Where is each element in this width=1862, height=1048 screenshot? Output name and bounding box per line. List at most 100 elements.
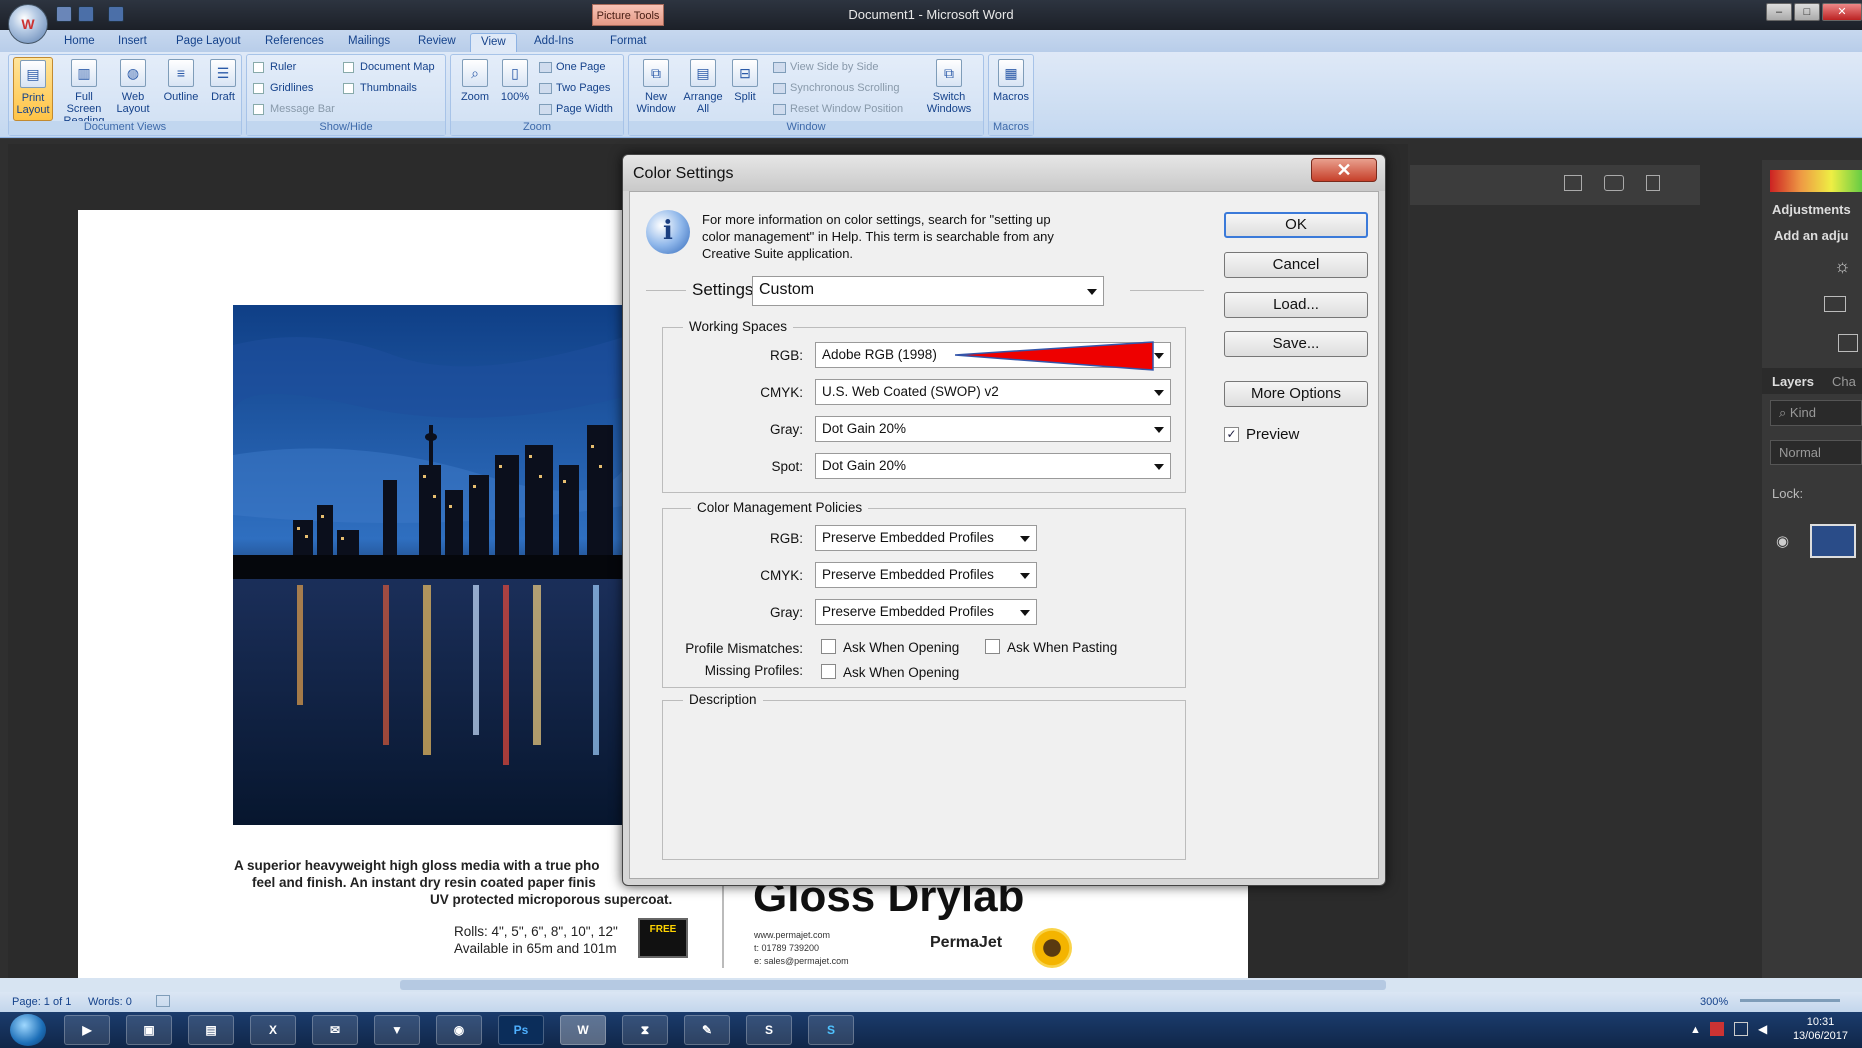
tray-expand-icon[interactable]: ▲ <box>1690 1024 1701 1036</box>
mail-icon[interactable]: ✉ <box>312 1015 358 1045</box>
volume-icon[interactable]: ◀ <box>1758 1022 1767 1036</box>
layers-tab[interactable]: Layers <box>1772 374 1814 389</box>
missing-ask-opening-checkbox[interactable] <box>821 664 836 679</box>
outline-button[interactable]: ≡ Outline <box>159 57 203 103</box>
tab-references[interactable]: References <box>255 33 334 52</box>
ok-button[interactable]: OK <box>1224 212 1368 238</box>
split-button[interactable]: ⊟ Split <box>727 57 763 103</box>
dialog-close-button[interactable]: ✕ <box>1311 158 1377 182</box>
ws-gray-label: Gray: <box>769 422 803 437</box>
side-by-side-button[interactable]: View Side by Side <box>773 61 878 73</box>
sync-scrolling-button[interactable]: Synchronous Scrolling <box>773 82 899 94</box>
word-icon[interactable]: W <box>560 1015 606 1045</box>
ruler-checkbox[interactable]: Ruler <box>253 61 296 73</box>
policy-cmyk-select[interactable]: Preserve Embedded Profiles <box>815 562 1037 588</box>
reset-position-button[interactable]: Reset Window Position <box>773 103 903 115</box>
excel-icon[interactable]: X <box>250 1015 296 1045</box>
ask-opening-checkbox[interactable] <box>821 639 836 654</box>
page-count[interactable]: Page: 1 of 1 <box>12 996 71 1008</box>
cancel-button[interactable]: Cancel <box>1224 252 1368 278</box>
skype-icon[interactable]: S <box>808 1015 854 1045</box>
web-layout-button[interactable]: ◍ Web Layout <box>113 57 153 115</box>
blend-mode-select[interactable]: Normal <box>1770 440 1862 465</box>
antivirus-icon[interactable]: ▼ <box>374 1015 420 1045</box>
policy-gray-select[interactable]: Preserve Embedded Profiles <box>815 599 1037 625</box>
zoom-level[interactable]: 300% <box>1700 996 1728 1008</box>
document-map-checkbox[interactable]: Document Map <box>343 61 435 73</box>
two-pages-button[interactable]: Two Pages <box>539 82 610 94</box>
ws-gray-select[interactable]: Dot Gain 20% <box>815 416 1171 442</box>
tab-insert[interactable]: Insert <box>108 33 157 52</box>
page-width-button[interactable]: Page Width <box>539 103 613 115</box>
zoom-button[interactable]: ⌕ Zoom <box>455 57 495 103</box>
trash-icon[interactable] <box>1646 175 1660 191</box>
maximize-button[interactable]: □ <box>1794 3 1820 21</box>
levels-icon[interactable] <box>1824 296 1846 312</box>
network-icon[interactable] <box>1734 1022 1748 1036</box>
minimize-button[interactable]: – <box>1766 3 1792 21</box>
tab-add-ins[interactable]: Add-Ins <box>524 33 584 52</box>
zoom-100-button[interactable]: ▯ 100% <box>497 57 533 103</box>
scroll-thumb[interactable] <box>400 980 1386 990</box>
curves-icon[interactable] <box>1838 334 1858 352</box>
policy-rgb-select[interactable]: Preserve Embedded Profiles <box>815 525 1037 551</box>
ws-spot-select[interactable]: Dot Gain 20% <box>815 453 1171 479</box>
kind-filter[interactable]: ⌕ Kind <box>1770 400 1862 426</box>
tab-page-layout[interactable]: Page Layout <box>166 33 251 52</box>
sydney-skyline-photo[interactable] <box>233 305 630 825</box>
flag-icon[interactable] <box>1710 1022 1724 1036</box>
print-layout-button[interactable]: ▤ Print Layout <box>13 57 53 121</box>
firefox-icon[interactable]: ◉ <box>436 1015 482 1045</box>
photoshop-icon[interactable]: Ps <box>498 1015 544 1045</box>
brightness-icon[interactable]: ☼ <box>1834 256 1851 277</box>
tab-view[interactable]: View <box>470 33 517 52</box>
switch-windows-button[interactable]: ⧉ Switch Windows <box>919 57 979 115</box>
channels-tab[interactable]: Cha <box>1832 374 1856 389</box>
thumbnails-checkbox[interactable]: Thumbnails <box>343 82 417 94</box>
preview-checkbox[interactable]: ✓ <box>1224 427 1239 442</box>
word-count[interactable]: Words: 0 <box>88 996 132 1008</box>
save-button[interactable]: Save... <box>1224 331 1368 357</box>
group-label: Document Views <box>9 121 241 135</box>
camera-icon[interactable] <box>1604 175 1624 191</box>
color-spectrum[interactable] <box>1770 170 1862 192</box>
more-options-button[interactable]: More Options <box>1224 381 1368 407</box>
one-page-button[interactable]: One Page <box>539 61 606 73</box>
draft-button[interactable]: ☰ Draft <box>205 57 241 103</box>
redo-icon[interactable] <box>108 6 124 22</box>
message-bar-checkbox[interactable]: Message Bar <box>253 103 335 115</box>
dialog-title-bar[interactable]: Color Settings ✕ <box>623 155 1385 191</box>
office-button[interactable]: W <box>8 4 48 44</box>
undo-icon[interactable] <box>78 6 94 22</box>
clock[interactable]: 10:31 13/06/2017 <box>1793 1015 1848 1043</box>
tab-home[interactable]: Home <box>54 33 105 52</box>
tab-mailings[interactable]: Mailings <box>338 33 400 52</box>
media-player-icon[interactable]: ▶ <box>64 1015 110 1045</box>
tab-review[interactable]: Review <box>408 33 466 52</box>
app-s-icon[interactable]: S <box>746 1015 792 1045</box>
zoom-slider[interactable] <box>1740 999 1840 1002</box>
acrobat-icon[interactable]: ⧗ <box>622 1015 668 1045</box>
paint-icon[interactable]: ✎ <box>684 1015 730 1045</box>
draft-icon: ☰ <box>210 59 236 87</box>
start-button[interactable] <box>10 1014 46 1046</box>
app-icon[interactable]: ▣ <box>126 1015 172 1045</box>
window-close-button[interactable]: ✕ <box>1822 3 1862 21</box>
proofing-icon[interactable] <box>156 995 170 1007</box>
new-layer-icon[interactable] <box>1564 175 1582 191</box>
tab-format[interactable]: Format <box>600 33 656 52</box>
eye-icon[interactable]: ◉ <box>1776 532 1789 550</box>
ask-pasting-checkbox[interactable] <box>985 639 1000 654</box>
save-icon[interactable] <box>56 6 72 22</box>
settings-select[interactable]: Custom <box>752 276 1104 306</box>
layer-thumbnail[interactable] <box>1810 524 1856 558</box>
full-screen-reading-button[interactable]: ▥ Full Screen Reading <box>57 57 111 127</box>
load-button[interactable]: Load... <box>1224 292 1368 318</box>
new-window-button[interactable]: ⧉ New Window <box>633 57 679 115</box>
macros-button[interactable]: ▦ Macros <box>991 57 1031 103</box>
horizontal-scrollbar[interactable] <box>0 978 1862 992</box>
arrange-all-button[interactable]: ▤ Arrange All <box>681 57 725 115</box>
gridlines-checkbox[interactable]: Gridlines <box>253 82 313 94</box>
ws-cmyk-select[interactable]: U.S. Web Coated (SWOP) v2 <box>815 379 1171 405</box>
folder-icon[interactable]: ▤ <box>188 1015 234 1045</box>
